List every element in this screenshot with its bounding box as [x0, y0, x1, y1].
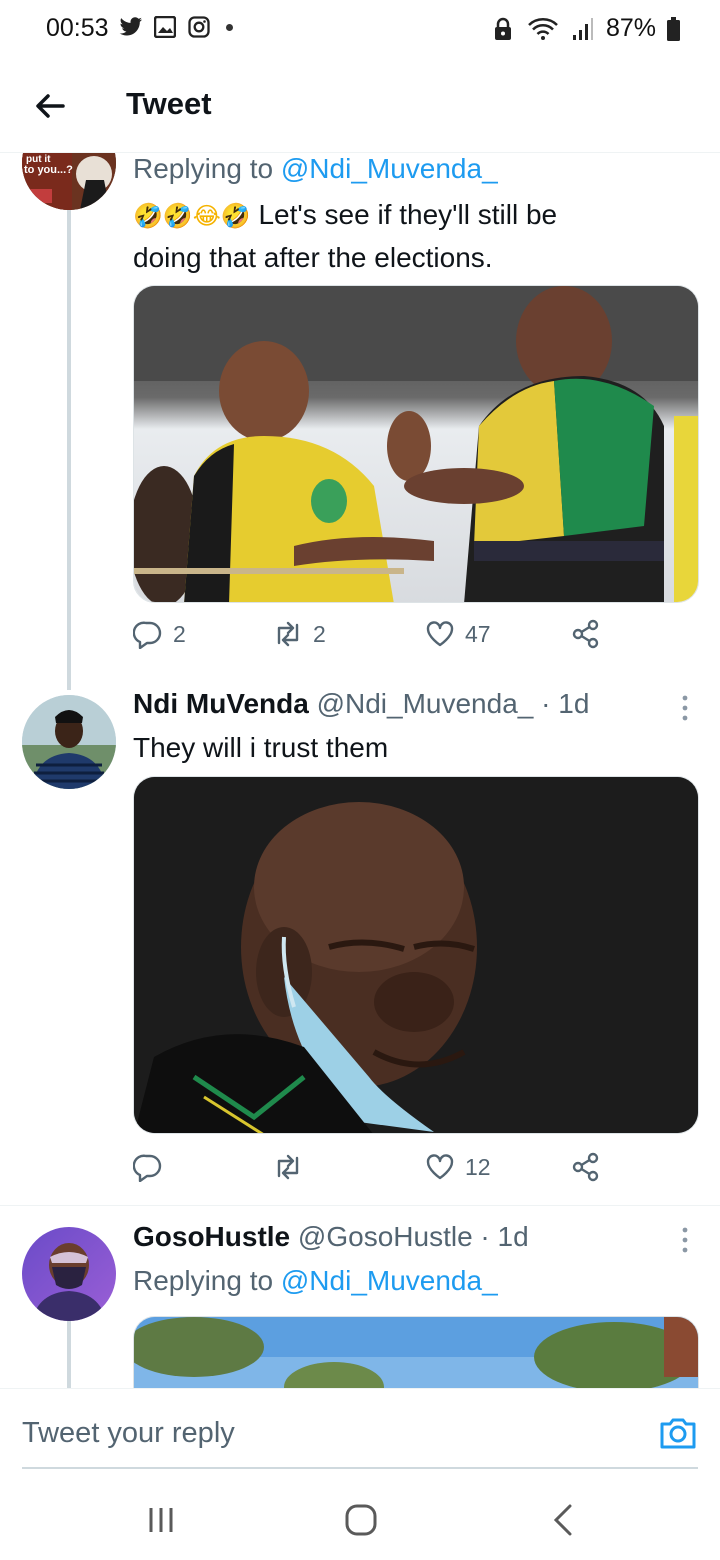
tweet-time: 1d: [558, 688, 590, 719]
replying-to: Replying to @Ndi_Muvenda_: [133, 153, 498, 185]
recents-icon[interactable]: [141, 1500, 181, 1540]
tweet-text: 🤣🤣😂🤣 Let's see if they'll still be doing…: [133, 194, 693, 278]
status-bar: 00:53 87%: [0, 0, 720, 60]
share-icon: [572, 619, 599, 649]
retweet-icon: [277, 1154, 299, 1180]
battery-percent: 87%: [605, 14, 656, 42]
page-title: Tweet: [126, 86, 212, 121]
home-icon[interactable]: [341, 1500, 381, 1540]
avatar[interactable]: put it to you...?: [22, 153, 116, 210]
more-options-icon[interactable]: [680, 694, 690, 722]
app-header: Tweet: [0, 60, 720, 153]
replying-to-label: Replying to: [133, 1265, 274, 1296]
avatar-text-line2: to you...?: [24, 164, 73, 176]
reply-icon: [133, 1154, 162, 1182]
tweet-header: GosoHustle @GosoHustle · 1d: [133, 1221, 529, 1253]
photo-two-men-laughing: [134, 286, 698, 602]
user-handle[interactable]: @GosoHustle: [298, 1221, 473, 1252]
tweet-text: They will i trust them: [133, 732, 389, 763]
lock-icon: [490, 16, 516, 42]
heart-icon: [426, 621, 454, 647]
gallery-icon: [152, 14, 178, 40]
separator: ·: [541, 688, 551, 719]
avatar[interactable]: [22, 1227, 116, 1321]
retweet-icon: [277, 621, 299, 647]
share-button[interactable]: [571, 1152, 601, 1182]
reply-count: 2: [173, 620, 186, 647]
status-icons-left: [118, 14, 233, 40]
display-name[interactable]: Ndi MuVenda: [133, 688, 309, 719]
reply-composer[interactable]: Tweet your reply: [0, 1388, 720, 1469]
replying-to: Replying to @Ndi_Muvenda_: [133, 1265, 498, 1297]
like-button[interactable]: 47: [425, 619, 491, 649]
replying-to-handle-link[interactable]: @Ndi_Muvenda_: [281, 153, 498, 184]
tweet-media-image[interactable]: [133, 776, 699, 1134]
tweet-time: 1d: [497, 1221, 529, 1252]
reply-button[interactable]: [133, 1152, 173, 1182]
reply-icon: [133, 621, 162, 649]
retweet-button[interactable]: [273, 1152, 313, 1182]
signal-icon: [570, 16, 596, 42]
thread-line: [67, 1321, 71, 1388]
camera-icon[interactable]: [658, 1413, 698, 1453]
photo-man-with-mask: [134, 777, 698, 1133]
status-time: 00:53: [46, 14, 109, 42]
tweet-actions: 2 2 47: [133, 619, 613, 659]
back-arrow-icon[interactable]: [30, 86, 70, 126]
like-count: 12: [465, 1153, 491, 1180]
retweet-count: 2: [313, 620, 326, 647]
tweet-feed[interactable]: put it to you...? Replying to @Ndi_Muven…: [0, 153, 720, 1388]
separator: ·: [480, 1221, 490, 1252]
replying-to-label: Replying to: [133, 153, 274, 184]
system-nav-bar: [0, 1470, 720, 1560]
divider: [0, 1205, 720, 1206]
twitter-icon: [118, 14, 144, 40]
share-icon: [572, 1152, 599, 1182]
tweet-emojis: 🤣🤣😂🤣: [133, 202, 251, 230]
avatar[interactable]: [22, 695, 116, 789]
replying-to-handle-link[interactable]: @Ndi_Muvenda_: [281, 1265, 498, 1296]
battery-icon: [666, 16, 680, 42]
tweet-header: Ndi MuVenda @Ndi_Muvenda_ · 1d: [133, 688, 589, 720]
user-handle[interactable]: @Ndi_Muvenda_: [317, 688, 534, 719]
retweet-button[interactable]: 2: [273, 619, 326, 649]
share-button[interactable]: [571, 619, 601, 649]
like-count: 47: [465, 620, 491, 647]
tweet-actions: 12: [133, 1152, 613, 1192]
reply-button[interactable]: 2: [133, 619, 186, 649]
thread-line: [67, 210, 71, 690]
instagram-icon: [186, 14, 212, 40]
status-icons-right: 87%: [490, 14, 680, 43]
photo-outdoor-trees: [134, 1317, 698, 1388]
heart-icon: [426, 1154, 454, 1180]
reply-input-underline: [22, 1467, 698, 1469]
more-options-icon[interactable]: [680, 1226, 690, 1254]
display-name[interactable]: GosoHustle: [133, 1221, 290, 1252]
like-button[interactable]: 12: [425, 1152, 491, 1182]
tweet-media-image[interactable]: [133, 285, 699, 603]
tweet-text-line1: Let's see if they'll still be: [258, 199, 558, 230]
back-icon[interactable]: [544, 1500, 584, 1540]
reply-input[interactable]: Tweet your reply: [22, 1417, 235, 1450]
tweet-text-line2: doing that after the elections.: [133, 242, 493, 273]
notification-dot-icon: [226, 23, 233, 31]
tweet-media-image[interactable]: [133, 1316, 699, 1388]
wifi-icon: [526, 16, 560, 42]
